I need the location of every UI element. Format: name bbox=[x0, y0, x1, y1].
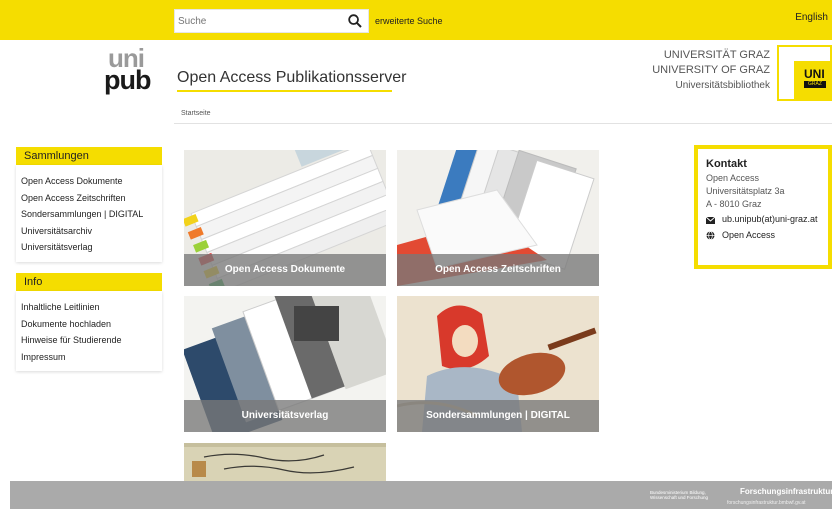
envelope-icon bbox=[705, 213, 722, 227]
sidebar-item-university-press[interactable]: Universitätsverlag bbox=[21, 239, 162, 256]
globe-icon bbox=[706, 229, 722, 243]
contact-city: A - 8010 Graz bbox=[706, 199, 762, 209]
research-infrastructure-url[interactable]: forschungsinfrastruktur.bmbwf.gv.at bbox=[727, 500, 806, 506]
unipub-logo[interactable]: uni pub bbox=[104, 45, 164, 95]
uni-logo-sub: GRAZ bbox=[804, 81, 826, 88]
breadcrumb-home[interactable]: Startseite bbox=[181, 110, 211, 117]
advanced-search-link[interactable]: erweiterte Suche bbox=[375, 16, 443, 26]
sidebar-item-university-archive[interactable]: Universitätsarchiv bbox=[21, 223, 162, 240]
sidebar-item-upload[interactable]: Dokumente hochladen bbox=[21, 316, 162, 333]
contact-address: Universitätsplatz 3a bbox=[706, 186, 785, 196]
tile-caption: Open Access Zeitschriften bbox=[397, 254, 599, 286]
university-name-de: UNIVERSITÄT GRAZ bbox=[663, 49, 770, 61]
search-icon bbox=[348, 14, 362, 28]
logo-text-pub: pub bbox=[104, 65, 151, 95]
ministry-logo[interactable]: Bundesministerium Bildung, Wissenschaft … bbox=[650, 490, 710, 500]
sidebar-item-guidelines[interactable]: Inhaltliche Leitlinien bbox=[21, 299, 162, 316]
tile-university-archive[interactable] bbox=[184, 443, 386, 481]
collections-heading: Sammlungen bbox=[16, 147, 162, 165]
tile-caption: Sondersammlungen | DIGITAL bbox=[397, 400, 599, 432]
tile-oa-documents[interactable]: Open Access Dokumente bbox=[184, 150, 386, 286]
site-title: Open Access Publikationsserver bbox=[177, 69, 407, 86]
tile-special-collections[interactable]: Sondersammlungen | DIGITAL bbox=[397, 296, 599, 432]
tile-university-press[interactable]: Universitätsverlag bbox=[184, 296, 386, 432]
search-button[interactable] bbox=[344, 11, 366, 31]
sidebar-item-special-collections[interactable]: Sondersammlungen | DIGITAL bbox=[21, 206, 162, 223]
search-input[interactable] bbox=[178, 13, 338, 30]
sidebar-item-oa-journals[interactable]: Open Access Zeitschriften bbox=[21, 190, 162, 207]
uni-graz-logo[interactable]: UNI GRAZ bbox=[777, 45, 832, 101]
tile-oa-journals[interactable]: Open Access Zeitschriften bbox=[397, 150, 599, 286]
research-infrastructure-logo[interactable]: Forschungsinfrastruktur bbox=[740, 487, 832, 496]
university-name: UNIVERSITÄT GRAZ UNIVERSITY OF GRAZ Univ… bbox=[652, 48, 770, 93]
university-name-en: UNIVERSITY OF GRAZ bbox=[652, 64, 770, 76]
language-switch-link[interactable]: English bbox=[795, 12, 828, 23]
sidebar-item-oa-documents[interactable]: Open Access Dokumente bbox=[21, 173, 162, 190]
footer: Bundesministerium Bildung, Wissenschaft … bbox=[10, 481, 832, 509]
contact-web-row[interactable]: Open Access bbox=[706, 229, 828, 243]
contact-web-link[interactable]: Open Access bbox=[722, 229, 775, 243]
collections-list: Open Access Dokumente Open Access Zeitsc… bbox=[16, 165, 162, 262]
archive-document-image bbox=[184, 443, 386, 481]
contact-title: Kontakt bbox=[706, 158, 747, 170]
contact-line-oa: Open Access bbox=[706, 173, 760, 183]
tile-caption: Universitätsverlag bbox=[184, 400, 386, 432]
contact-email[interactable]: ub.unipub(at)uni-graz.at bbox=[722, 213, 822, 227]
sidebar-item-imprint[interactable]: Impressum bbox=[21, 349, 162, 366]
info-heading: Info bbox=[16, 273, 162, 291]
top-bar: erweiterte Suche English bbox=[0, 0, 832, 40]
tile-caption: Open Access Dokumente bbox=[184, 254, 386, 286]
breadcrumb-divider bbox=[174, 123, 832, 124]
sidebar-info: Info Inhaltliche Leitlinien Dokumente ho… bbox=[16, 273, 162, 371]
uni-logo-text: UNI bbox=[804, 67, 825, 81]
uni-graz-logo-mark: UNI GRAZ bbox=[794, 61, 832, 99]
contact-box: Kontakt Open Access Universitätsplatz 3a… bbox=[694, 145, 832, 269]
sidebar-collections: Sammlungen Open Access Dokumente Open Ac… bbox=[16, 147, 162, 262]
title-underline bbox=[177, 90, 392, 92]
contact-email-row[interactable]: ub.unipub(at)uni-graz.at bbox=[705, 213, 828, 227]
search-box bbox=[174, 9, 369, 33]
library-name: Universitätsbibliothek bbox=[675, 80, 771, 91]
sidebar-item-student-notes[interactable]: Hinweise für Studierende bbox=[21, 332, 162, 349]
info-list: Inhaltliche Leitlinien Dokumente hochlad… bbox=[16, 291, 162, 371]
